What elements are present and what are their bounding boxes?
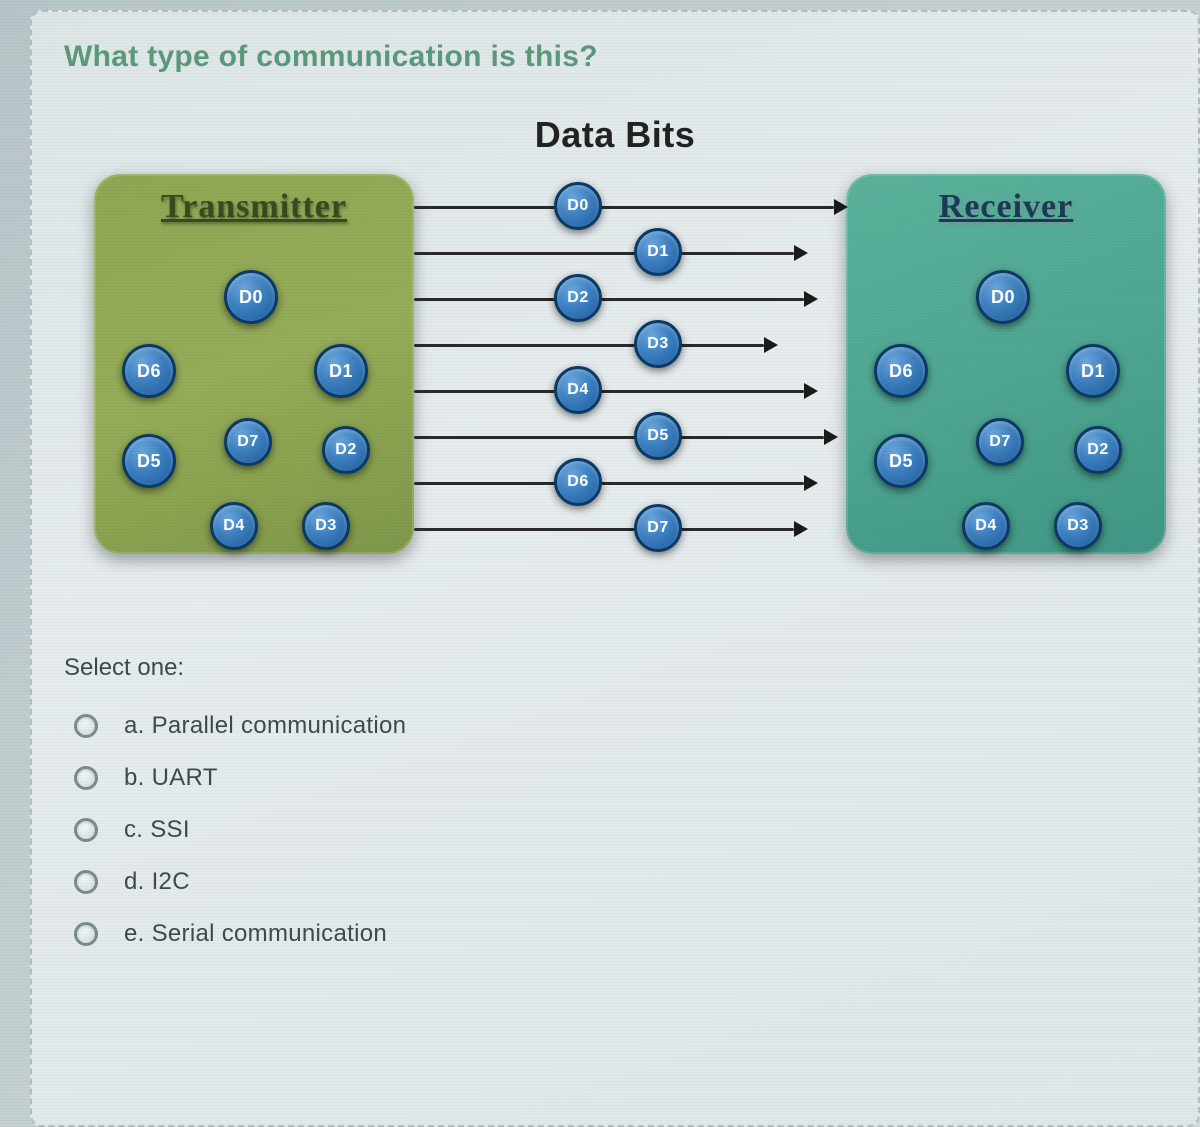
rx-bit-d0: D0 bbox=[976, 270, 1030, 324]
radio-b[interactable] bbox=[74, 766, 98, 790]
option-b-text: b. UART bbox=[124, 764, 218, 792]
data-line-d0 bbox=[414, 206, 834, 209]
option-c-text: c. SSI bbox=[124, 816, 190, 844]
tx-bit-d4: D4 bbox=[210, 502, 258, 550]
radio-e[interactable] bbox=[74, 922, 98, 946]
data-line-d4 bbox=[414, 390, 804, 393]
arrow-d5 bbox=[824, 429, 838, 445]
diagram-title: Data Bits bbox=[535, 114, 696, 156]
option-b[interactable]: b. UART bbox=[64, 756, 1166, 800]
arrow-d3 bbox=[764, 337, 778, 353]
data-line-d3 bbox=[414, 344, 764, 347]
rx-bit-d1: D1 bbox=[1066, 344, 1120, 398]
arrow-d1 bbox=[794, 245, 808, 261]
rx-bit-d3: D3 bbox=[1054, 502, 1102, 550]
channel-bit-d1: D1 bbox=[634, 228, 682, 276]
data-line-d5 bbox=[414, 436, 824, 439]
option-e-text: e. Serial communication bbox=[124, 920, 387, 948]
tx-bit-d3: D3 bbox=[302, 502, 350, 550]
arrow-d7 bbox=[794, 521, 808, 537]
option-d-text: d. I2C bbox=[124, 868, 190, 896]
transmitter-label: Transmitter bbox=[104, 188, 404, 226]
rx-bit-d5: D5 bbox=[874, 434, 928, 488]
tx-bit-d6: D6 bbox=[122, 344, 176, 398]
data-line-d7 bbox=[414, 528, 794, 531]
rx-bit-d6: D6 bbox=[874, 344, 928, 398]
option-a-text: a. Parallel communication bbox=[124, 712, 406, 740]
data-line-d6 bbox=[414, 482, 804, 485]
channel-bit-d5: D5 bbox=[634, 412, 682, 460]
tx-bit-d7: D7 bbox=[224, 418, 272, 466]
channel-bit-d7: D7 bbox=[634, 504, 682, 552]
data-line-d2 bbox=[414, 298, 804, 301]
tx-bit-d2: D2 bbox=[322, 426, 370, 474]
receiver-box: Receiver D0 D6 D1 D5 D7 D2 D4 D3 bbox=[846, 174, 1166, 554]
radio-c[interactable] bbox=[74, 818, 98, 842]
arrow-d4 bbox=[804, 383, 818, 399]
arrow-d0 bbox=[834, 199, 848, 215]
transmitter-box: Transmitter D0 D6 D1 D5 D7 D2 D4 D3 bbox=[94, 174, 414, 554]
rx-bit-d4: D4 bbox=[962, 502, 1010, 550]
tx-bit-d5: D5 bbox=[122, 434, 176, 488]
arrow-d2 bbox=[804, 291, 818, 307]
question-text: What type of communication is this? bbox=[64, 40, 1166, 74]
radio-a[interactable] bbox=[74, 714, 98, 738]
receiver-label: Receiver bbox=[856, 188, 1156, 226]
arrow-d6 bbox=[804, 475, 818, 491]
answer-section: Select one: a. Parallel communication b.… bbox=[64, 654, 1166, 956]
option-c[interactable]: c. SSI bbox=[64, 808, 1166, 852]
option-e[interactable]: e. Serial communication bbox=[64, 912, 1166, 956]
channel-bit-d6: D6 bbox=[554, 458, 602, 506]
rx-bit-d7: D7 bbox=[976, 418, 1024, 466]
diagram: Data Bits Transmitter D0 D6 D1 D5 D7 D2 … bbox=[64, 114, 1166, 614]
radio-d[interactable] bbox=[74, 870, 98, 894]
option-d[interactable]: d. I2C bbox=[64, 860, 1166, 904]
channel-bit-d0: D0 bbox=[554, 182, 602, 230]
select-one-label: Select one: bbox=[64, 654, 1166, 682]
channel-bit-d4: D4 bbox=[554, 366, 602, 414]
tx-bit-d1: D1 bbox=[314, 344, 368, 398]
question-card: What type of communication is this? Data… bbox=[30, 10, 1200, 1127]
tx-bit-d0: D0 bbox=[224, 270, 278, 324]
channel-bit-d2: D2 bbox=[554, 274, 602, 322]
data-line-d1 bbox=[414, 252, 794, 255]
rx-bit-d2: D2 bbox=[1074, 426, 1122, 474]
option-a[interactable]: a. Parallel communication bbox=[64, 704, 1166, 748]
channel-bit-d3: D3 bbox=[634, 320, 682, 368]
